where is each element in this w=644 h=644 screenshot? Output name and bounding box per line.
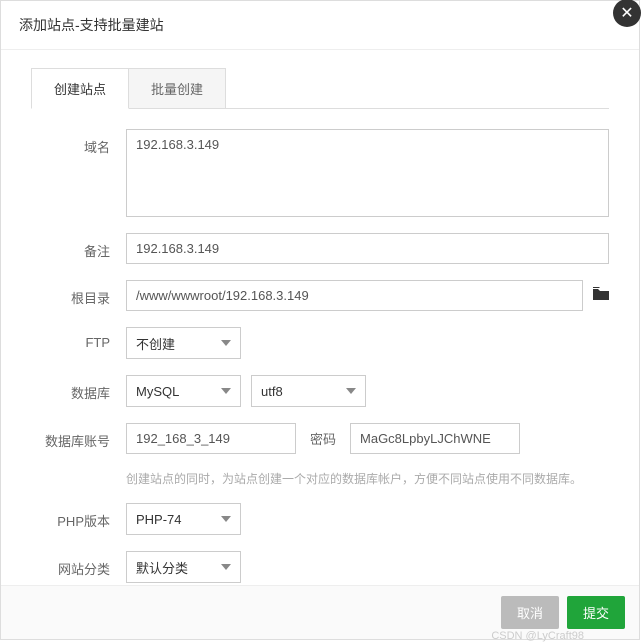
remark-input[interactable] <box>126 233 609 264</box>
label-ftp: FTP <box>31 327 126 350</box>
label-db-account: 数据库账号 <box>31 423 126 450</box>
db-password-input[interactable] <box>350 423 520 454</box>
label-domain: 域名 <box>31 129 126 156</box>
modal-body: 创建站点 批量创建 域名 192.168.3.149 备注 根目录 <box>1 50 639 609</box>
db-charset-value: utf8 <box>261 384 283 399</box>
submit-button[interactable]: 提交 <box>567 596 625 629</box>
domain-input[interactable]: 192.168.3.149 <box>126 129 609 217</box>
folder-icon[interactable] <box>593 287 609 304</box>
category-value: 默认分类 <box>136 558 188 577</box>
php-version-value: PHP-74 <box>136 512 182 527</box>
label-category: 网站分类 <box>31 551 126 578</box>
chevron-down-icon <box>221 388 231 394</box>
chevron-down-icon <box>221 340 231 346</box>
label-root: 根目录 <box>31 280 126 307</box>
label-password: 密码 <box>306 429 340 448</box>
cancel-button[interactable]: 取消 <box>501 596 559 629</box>
category-select[interactable]: 默认分类 <box>126 551 241 583</box>
tab-create-site[interactable]: 创建站点 <box>31 68 129 109</box>
db-type-value: MySQL <box>136 384 179 399</box>
db-type-select[interactable]: MySQL <box>126 375 241 407</box>
root-input[interactable] <box>126 280 583 311</box>
db-charset-select[interactable]: utf8 <box>251 375 366 407</box>
label-remark: 备注 <box>31 233 126 260</box>
add-site-modal: ✕ 添加站点-支持批量建站 创建站点 批量创建 域名 192.168.3.149… <box>0 0 640 640</box>
db-help-text: 创建站点的同时，为站点创建一个对应的数据库帐户，方便不同站点使用不同数据库。 <box>126 470 609 487</box>
tabs: 创建站点 批量创建 <box>31 68 609 109</box>
modal-title: 添加站点-支持批量建站 <box>1 1 639 50</box>
chevron-down-icon <box>221 516 231 522</box>
label-php-version: PHP版本 <box>31 503 126 530</box>
ftp-value: 不创建 <box>136 334 175 353</box>
chevron-down-icon <box>346 388 356 394</box>
chevron-down-icon <box>221 564 231 570</box>
close-button[interactable]: ✕ <box>613 0 641 27</box>
tab-batch-create[interactable]: 批量创建 <box>128 68 226 108</box>
ftp-select[interactable]: 不创建 <box>126 327 241 359</box>
php-version-select[interactable]: PHP-74 <box>126 503 241 535</box>
label-database: 数据库 <box>31 375 126 402</box>
modal-footer: 取消 提交 <box>1 585 639 639</box>
db-account-input[interactable] <box>126 423 296 454</box>
